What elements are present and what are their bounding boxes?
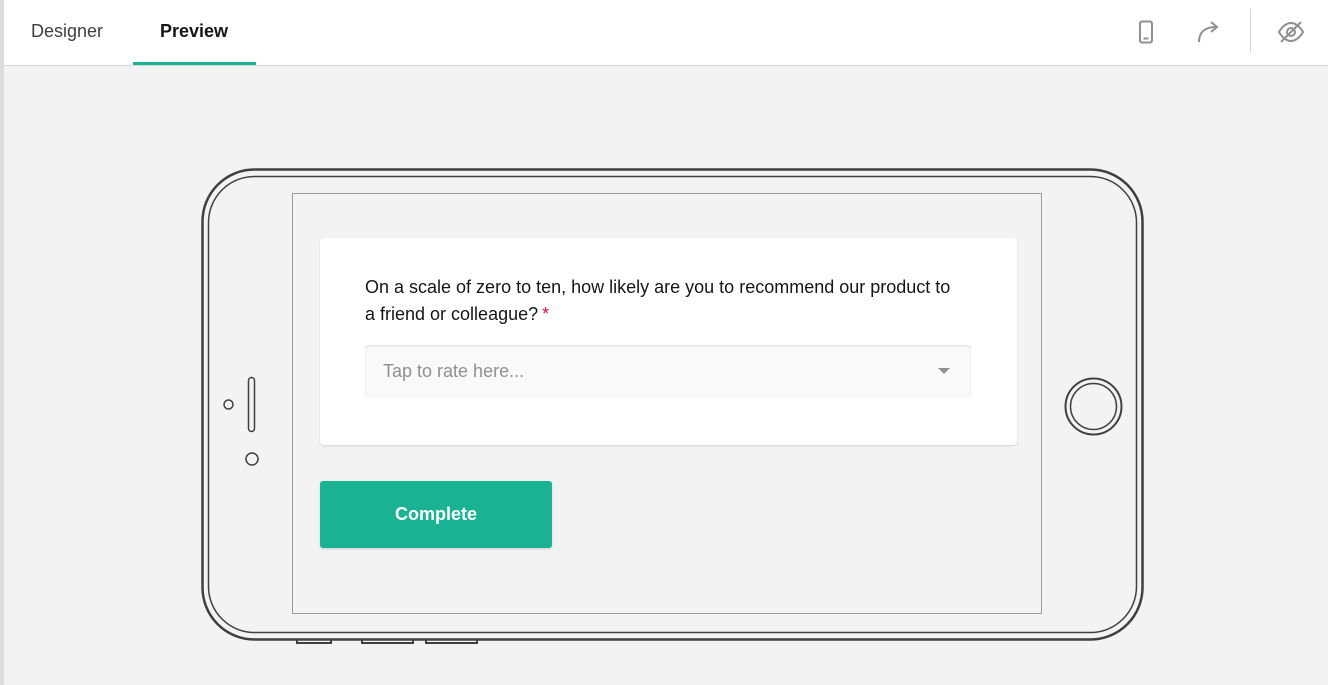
required-marker: * [542,304,550,324]
device-screen: On a scale of zero to ten, how likely ar… [292,193,1042,614]
complete-button[interactable]: Complete [320,481,552,548]
question-text: On a scale of zero to ten, how likely ar… [365,277,951,324]
home-button-icon [1064,377,1123,436]
camera-icon [223,399,234,410]
rating-dropdown[interactable]: Tap to rate here... [365,345,971,398]
question-title: On a scale of zero to ten, how likely ar… [365,274,965,328]
chevron-down-icon [938,368,950,374]
question-card: On a scale of zero to ten, how likely ar… [320,238,1017,445]
speaker-icon [247,376,256,433]
dropdown-placeholder: Tap to rate here... [383,361,525,381]
sensor-icon [245,452,259,466]
